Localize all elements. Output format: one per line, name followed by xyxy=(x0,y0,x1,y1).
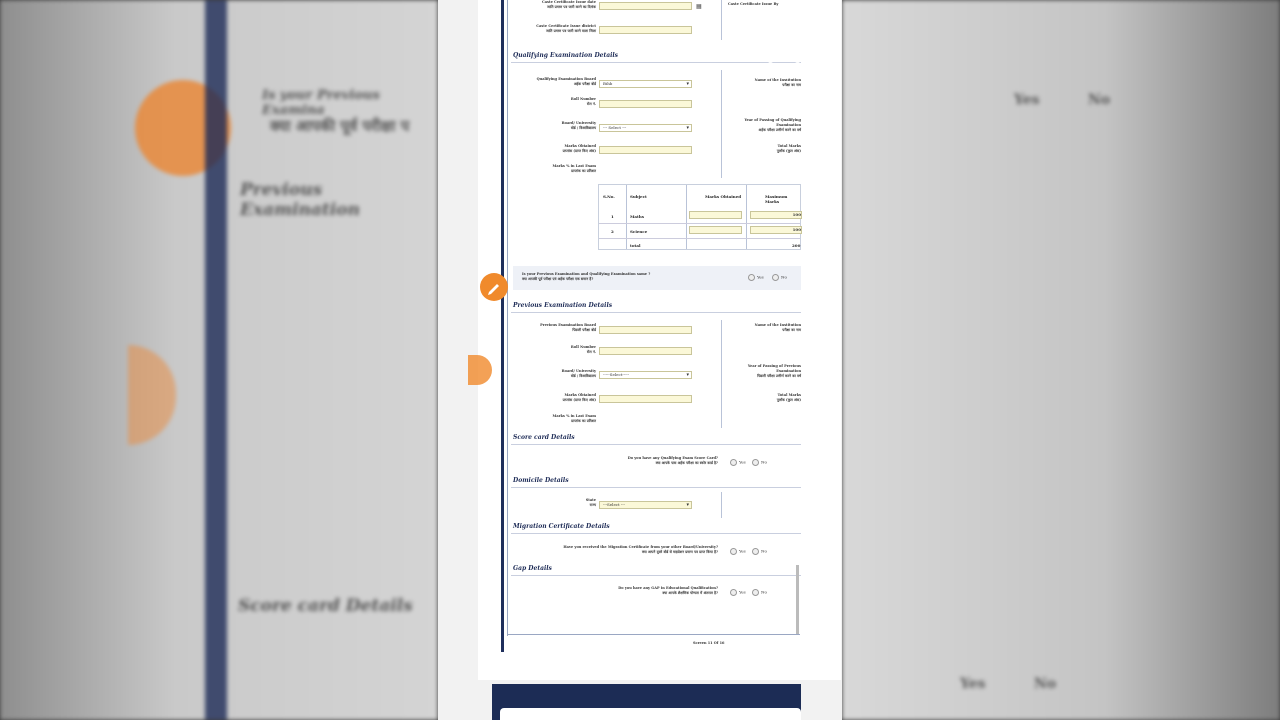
table-marks-input[interactable] xyxy=(689,226,742,234)
background-left: Is your Previous Examina क्या आपकी पूर्व… xyxy=(0,0,438,720)
p-year-passing-label: Year of Passing of Previous Examination प… xyxy=(747,364,801,378)
gap-question: Do you have any GAP in Educational Quali… xyxy=(618,586,718,595)
section-divider xyxy=(511,533,801,534)
scrollbar[interactable] xyxy=(796,565,799,635)
score-question: Do you have any Qualifying Exam Score Ca… xyxy=(627,456,718,465)
p-name-institution-label: Name of the Institution परीक्षा का नाम xyxy=(754,323,801,332)
table-cell-subject: Maths xyxy=(630,214,645,219)
qualifying-section-title: Qualifying Examination Details xyxy=(513,52,619,59)
next-screen-body xyxy=(500,708,801,720)
background-yes: Yes xyxy=(960,676,986,692)
edit-pen-button[interactable] xyxy=(480,273,508,301)
caste-issue-by-label: Caste Certificate Issue By xyxy=(728,2,779,6)
same-exam-yes-radio[interactable]: Yes xyxy=(748,274,764,281)
kinemaster-watermark: KINEMASTER xyxy=(746,72,810,82)
gap-yes-radio[interactable]: Yes xyxy=(730,589,746,596)
marks-obtained-input[interactable] xyxy=(599,146,692,154)
score-section-title: Score card Details xyxy=(513,434,575,441)
p-marks-obtained-input[interactable] xyxy=(599,395,692,403)
subject-marks-table: S.No. Subject Marks Obtained Maximum Mar… xyxy=(598,184,802,250)
phone-screen: Caste Certificate Issue date जाति प्रमाण … xyxy=(438,0,842,720)
caste-issue-district-input[interactable] xyxy=(599,26,692,34)
total-marks-label: Total Marks पूर्णांक (कुल अंक) xyxy=(776,144,801,153)
board-university-label: Board/ University बोर्ड / विश्वविद्यालय xyxy=(561,121,596,130)
section-divider xyxy=(511,312,801,313)
pen-icon xyxy=(488,284,499,295)
column-divider xyxy=(721,320,722,428)
table-max-input[interactable]: 100 xyxy=(750,211,802,219)
section-divider xyxy=(511,62,801,63)
migration-yes-radio[interactable]: Yes xyxy=(730,548,746,555)
marks-percent-label: Marks % in Last Exam प्राप्तांक का प्रतिश… xyxy=(552,164,597,173)
calendar-icon[interactable]: ▦ xyxy=(696,3,702,10)
form-left-rail xyxy=(501,0,504,652)
table-header-subject: Subject xyxy=(630,194,647,199)
p-board-label: Previous Examination Board पिछली परीक्षा … xyxy=(540,323,596,332)
kinemaster-logo: K xyxy=(760,20,808,68)
section-divider xyxy=(511,444,801,445)
domicile-section-title: Domicile Details xyxy=(513,477,569,484)
column-divider xyxy=(721,0,722,40)
background-rail xyxy=(205,0,227,720)
state-label: State राज्य xyxy=(585,498,596,507)
background-text: Score card Details xyxy=(238,596,413,616)
migration-section-title: Migration Certificate Details xyxy=(513,523,610,530)
background-right: Yes No Yes No xyxy=(842,0,1280,720)
background-text: क्या आपकी पूर्व परीक्षा प xyxy=(270,117,410,135)
background-no: No xyxy=(1088,92,1111,108)
marks-obtained-label: Marks Obtained प्राप्तांक (प्राप्त किए अं… xyxy=(562,144,596,153)
migration-question: Have you received the Migration Certific… xyxy=(563,545,718,554)
table-cell-max: 200 xyxy=(792,243,801,248)
previous-section-title: Previous Examination Details xyxy=(513,302,613,309)
q-board-label: Qualifying Examination Board अर्हक परीक्ष… xyxy=(536,77,596,86)
table-max-input[interactable]: 100 xyxy=(750,226,802,234)
roll-number-input[interactable] xyxy=(599,100,692,108)
caste-issue-date-input[interactable] xyxy=(599,2,692,10)
form-inner-rail xyxy=(507,0,508,636)
year-passing-label: Year of Passing of Qualifying Examinatio… xyxy=(744,118,801,132)
migration-no-radio[interactable]: No xyxy=(752,548,767,555)
form-bottom-border xyxy=(508,634,800,635)
p-roll-input[interactable] xyxy=(599,347,692,355)
roll-number-label: Roll Number रोल नं. xyxy=(570,97,596,106)
gap-section-title: Gap Details xyxy=(513,565,552,572)
background-no: No xyxy=(1034,676,1057,692)
same-exam-no-radio[interactable]: No xyxy=(772,274,787,281)
table-cell-subject: Science xyxy=(630,229,648,234)
table-marks-input[interactable] xyxy=(689,211,742,219)
q-board-select[interactable]: Bihb xyxy=(599,80,692,88)
gap-no-radio[interactable]: No xyxy=(752,589,767,596)
table-header-marks-obtained: Marks Obtained xyxy=(705,194,742,199)
score-no-radio[interactable]: No xyxy=(752,459,767,466)
p-board-university-select[interactable]: -----Select----- xyxy=(599,371,692,379)
table-cell-subject: total xyxy=(630,243,641,248)
column-divider xyxy=(721,70,722,178)
background-orange-circle-2 xyxy=(128,345,176,445)
section-divider xyxy=(511,575,801,576)
caste-issue-date-label: Caste Certificate Issue date जाति प्रमाण … xyxy=(541,0,596,9)
section-divider xyxy=(511,487,801,488)
footer-text: Screen 11 Of 16 xyxy=(693,641,725,645)
column-divider xyxy=(721,492,722,518)
domicile-state-select[interactable]: ---Select --- xyxy=(599,501,692,509)
p-marks-obtained-label: Marks Obtained प्राप्तांक (प्राप्त किए अं… xyxy=(562,393,596,402)
background-text: Is your Previous Examina xyxy=(262,88,380,118)
same-exam-question: Is your Previous Examination and Qualify… xyxy=(522,272,651,281)
background-text: Previous Examination xyxy=(240,180,360,220)
score-yes-radio[interactable]: Yes xyxy=(730,459,746,466)
p-board-university-label: Board/ University बोर्ड / विश्वविद्यालय xyxy=(561,369,596,378)
table-header-max-marks: Maximum Marks xyxy=(765,194,788,204)
background-yes: Yes xyxy=(1014,92,1040,108)
caste-issue-district-label: Caste Certificate Issue district जाति प्र… xyxy=(536,24,596,33)
board-university-select[interactable]: --- Select --- xyxy=(599,124,692,132)
table-header-sno: S.No. xyxy=(603,194,615,199)
p-board-input[interactable] xyxy=(599,326,692,334)
p-marks-percent-label: Marks % in Last Exam प्राप्तांक का प्रतिश… xyxy=(552,414,597,423)
p-total-marks-label: Total Marks पूर्णांक (कुल अंक) xyxy=(776,393,801,402)
table-cell-sno: 1 xyxy=(611,214,614,219)
table-cell-sno: 2 xyxy=(611,229,614,234)
p-roll-label: Roll Number रोल नं. xyxy=(570,345,596,354)
